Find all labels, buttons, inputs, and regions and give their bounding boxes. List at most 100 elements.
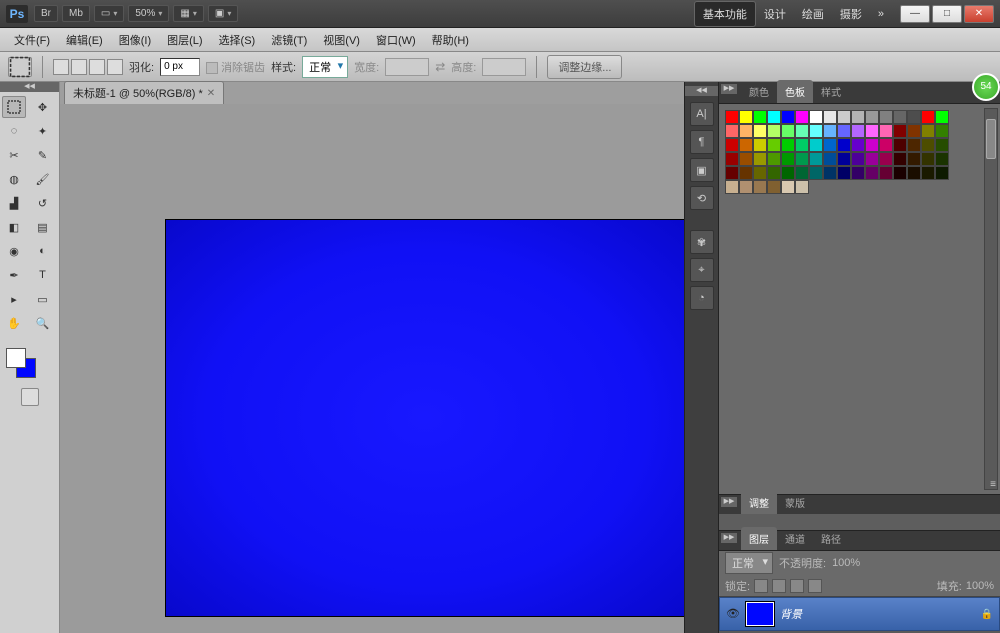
swatch[interactable] — [879, 124, 893, 138]
crop-tool[interactable]: ✂ — [2, 144, 26, 166]
eraser-tool[interactable]: ◧ — [2, 216, 26, 238]
menu-layer[interactable]: 图层(L) — [159, 29, 210, 51]
swatch[interactable] — [809, 166, 823, 180]
paragraph-icon[interactable]: ¶ — [690, 130, 714, 154]
swatch[interactable] — [725, 110, 739, 124]
swatch[interactable] — [753, 124, 767, 138]
lock-pixels-icon[interactable] — [772, 579, 786, 593]
swatch[interactable] — [809, 110, 823, 124]
swatch[interactable] — [739, 110, 753, 124]
opacity-value[interactable]: 100% — [832, 557, 860, 569]
document-tab[interactable]: 未标题-1 @ 50%(RGB/8) * ✕ — [64, 81, 224, 104]
swatch[interactable] — [893, 152, 907, 166]
swatch[interactable] — [851, 138, 865, 152]
canvas-area[interactable] — [60, 104, 684, 633]
stamp-tool[interactable]: ▟ — [2, 192, 26, 214]
swatch[interactable] — [935, 138, 949, 152]
adjpanel-collapse[interactable]: ▶▶ — [721, 497, 737, 507]
swatch[interactable] — [921, 124, 935, 138]
swatch[interactable] — [865, 124, 879, 138]
preset-icon[interactable]: ◔ — [690, 286, 714, 310]
workspace-photo[interactable]: 摄影 — [832, 2, 870, 26]
swatch[interactable] — [879, 166, 893, 180]
swatch[interactable] — [781, 180, 795, 194]
sel-sub-icon[interactable] — [89, 59, 105, 75]
swatch[interactable] — [725, 166, 739, 180]
swatch[interactable] — [851, 166, 865, 180]
swatch[interactable] — [725, 138, 739, 152]
hand-tool[interactable]: ✋ — [2, 312, 26, 334]
swatch[interactable] — [753, 180, 767, 194]
swatch[interactable] — [907, 152, 921, 166]
workspace-more[interactable]: » — [870, 4, 892, 24]
menu-window[interactable]: 窗口(W) — [368, 29, 424, 51]
arrange-dropdown[interactable]: ▦ — [173, 5, 203, 22]
swatch[interactable] — [739, 166, 753, 180]
swatch[interactable] — [865, 138, 879, 152]
swatch[interactable] — [865, 152, 879, 166]
canvas[interactable] — [166, 220, 684, 616]
swatch[interactable] — [837, 166, 851, 180]
swatch[interactable] — [795, 180, 809, 194]
brush-tool[interactable]: 🖌 — [31, 168, 55, 190]
workspace-painting[interactable]: 绘画 — [794, 2, 832, 26]
healing-tool[interactable]: ◍ — [2, 168, 26, 190]
swatch[interactable] — [809, 138, 823, 152]
tab-color[interactable]: 颜色 — [741, 80, 777, 103]
swatch[interactable] — [851, 152, 865, 166]
style-select[interactable]: 正常 — [302, 56, 348, 78]
swatch[interactable] — [935, 166, 949, 180]
tab-styles[interactable]: 样式 — [813, 80, 849, 103]
lock-trans-icon[interactable] — [754, 579, 768, 593]
swatch[interactable] — [781, 110, 795, 124]
swatch[interactable] — [809, 124, 823, 138]
swatch[interactable] — [837, 152, 851, 166]
close-button[interactable]: ✕ — [964, 5, 994, 23]
swatch[interactable] — [781, 166, 795, 180]
swatch[interactable] — [837, 110, 851, 124]
swatch[interactable] — [879, 110, 893, 124]
quickmask-button[interactable] — [21, 388, 39, 406]
minimize-button[interactable]: — — [900, 5, 930, 23]
menu-file[interactable]: 文件(F) — [6, 29, 58, 51]
floating-badge[interactable]: 54 — [972, 73, 1000, 101]
layerspanel-collapse[interactable]: ▶▶ — [721, 533, 737, 543]
swatch[interactable] — [921, 166, 935, 180]
swatch[interactable] — [781, 152, 795, 166]
swatch[interactable] — [725, 180, 739, 194]
move-tool[interactable]: ✥ — [31, 96, 55, 118]
swatch[interactable] — [935, 152, 949, 166]
swatch[interactable] — [893, 110, 907, 124]
swatch[interactable] — [739, 180, 753, 194]
sel-intersect-icon[interactable] — [107, 59, 123, 75]
blur-tool[interactable]: ◉ — [2, 240, 26, 262]
sel-new-icon[interactable] — [53, 59, 69, 75]
document-close-icon[interactable]: ✕ — [207, 88, 215, 99]
swatch[interactable] — [823, 152, 837, 166]
pen-tool[interactable]: ✒ — [2, 264, 26, 286]
swatch[interactable] — [795, 110, 809, 124]
wand-tool[interactable]: ✦ — [31, 120, 55, 142]
layer-name[interactable]: 背景 — [780, 606, 975, 622]
maximize-button[interactable]: □ — [932, 5, 962, 23]
fill-value[interactable]: 100% — [966, 580, 994, 592]
swatch[interactable] — [865, 166, 879, 180]
swatch[interactable] — [893, 138, 907, 152]
swatch[interactable] — [753, 152, 767, 166]
tab-layers[interactable]: 图层 — [741, 527, 777, 550]
swatch[interactable] — [879, 138, 893, 152]
swatch-scrollbar[interactable] — [984, 108, 998, 490]
tab-swatches[interactable]: 色板 — [777, 80, 813, 103]
swatch[interactable] — [865, 110, 879, 124]
swatch[interactable] — [739, 138, 753, 152]
swatch[interactable] — [767, 138, 781, 152]
view-dropdown[interactable]: ▭ — [94, 5, 124, 22]
swatch[interactable] — [921, 138, 935, 152]
character-icon[interactable]: A| — [690, 102, 714, 126]
tab-paths[interactable]: 路径 — [813, 527, 849, 550]
blend-mode-select[interactable]: 正常 — [725, 552, 773, 574]
swatch[interactable] — [753, 110, 767, 124]
swatch[interactable] — [767, 166, 781, 180]
clone-panel-icon[interactable]: ⌖ — [690, 258, 714, 282]
lock-all-icon[interactable] — [808, 579, 822, 593]
